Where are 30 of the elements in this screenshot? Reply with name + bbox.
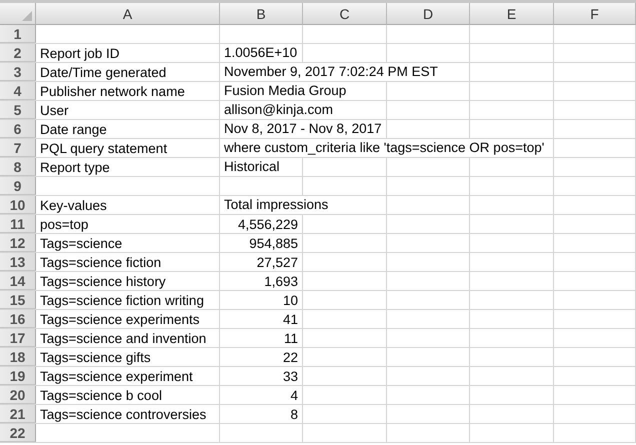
row-header[interactable]: 11 [0,215,36,233]
row-header[interactable]: 8 [0,158,36,176]
row-header[interactable]: 2 [0,44,36,62]
column-header[interactable]: B [220,3,303,25]
row-header[interactable]: 18 [0,348,36,366]
row-header[interactable]: 21 [0,405,36,423]
row-header[interactable]: 22 [0,424,36,442]
row-header[interactable]: 7 [0,139,36,157]
row-header[interactable]: 3 [0,63,36,81]
row-header[interactable]: 12 [0,234,36,252]
row-header[interactable]: 6 [0,120,36,138]
row-header[interactable]: 10 [0,196,36,214]
select-all-corner[interactable] [0,3,36,25]
column-header[interactable]: A [36,3,220,25]
row-header[interactable]: 4 [0,82,36,100]
row-header[interactable]: 20 [0,386,36,404]
row-header[interactable]: 1 [0,25,36,43]
row-header[interactable]: 17 [0,329,36,347]
row-header[interactable]: 13 [0,253,36,271]
row-header[interactable]: 14 [0,272,36,290]
column-header[interactable]: F [554,3,636,25]
column-header[interactable]: C [303,3,387,25]
row-header[interactable]: 19 [0,367,36,385]
row-header[interactable]: 16 [0,310,36,328]
column-header[interactable]: E [470,3,554,25]
column-header[interactable]: D [387,3,470,25]
row-header[interactable]: 15 [0,291,36,309]
row-header[interactable]: 5 [0,101,36,119]
row-header[interactable]: 9 [0,177,36,195]
corner-triangle-icon [22,11,32,21]
